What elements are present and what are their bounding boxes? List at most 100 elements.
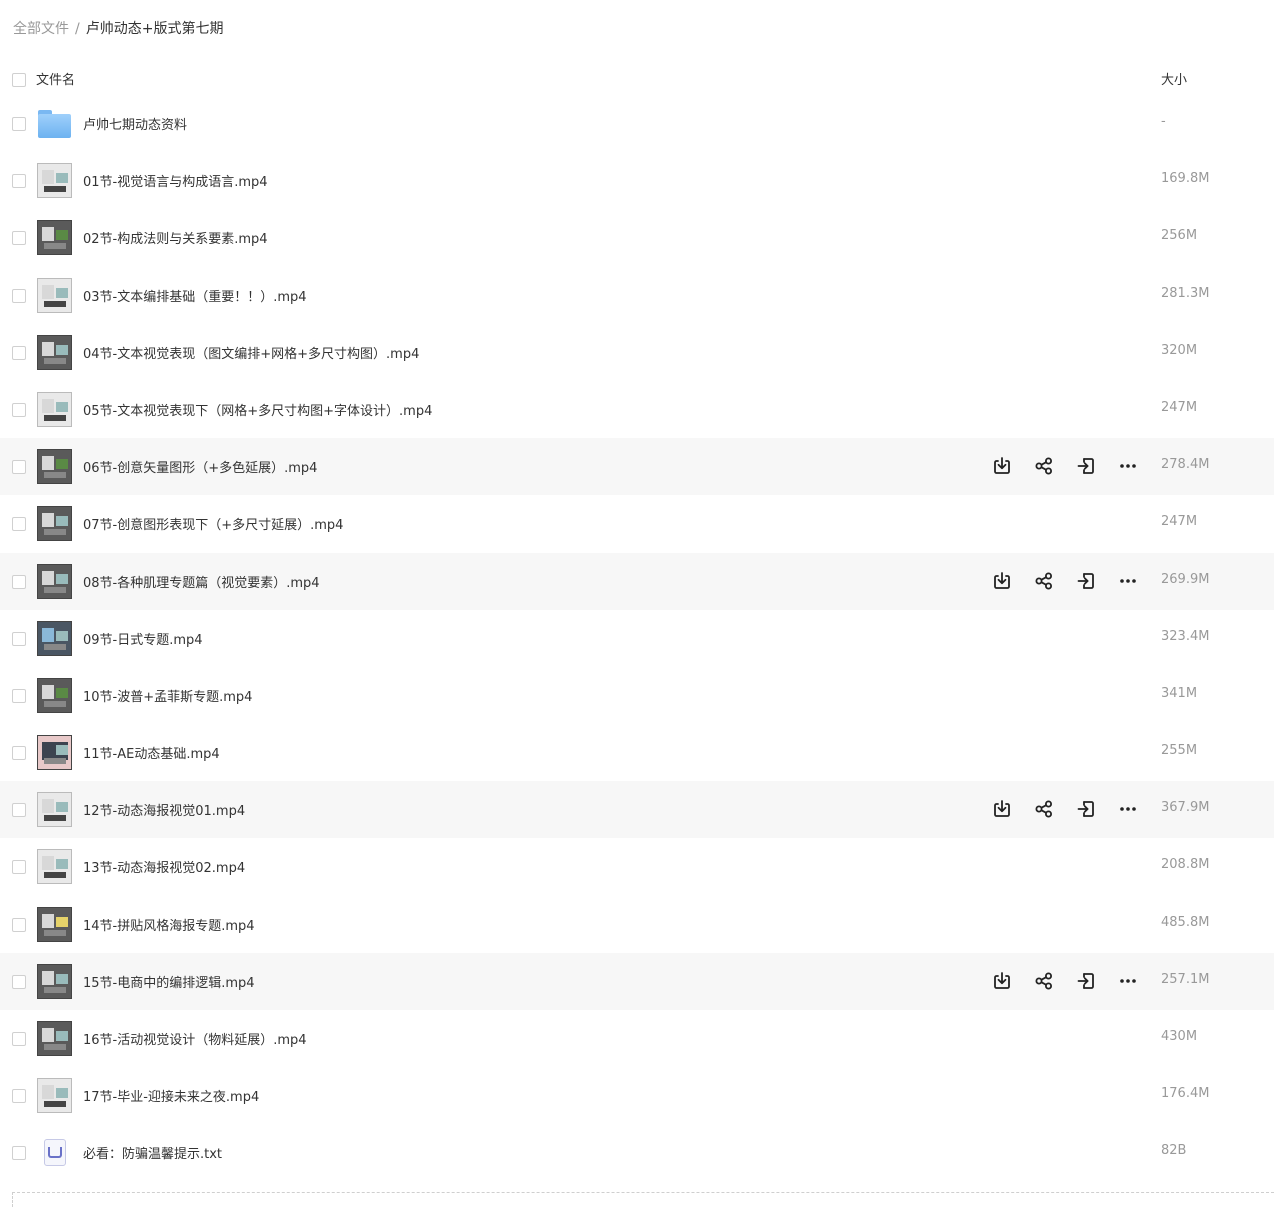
video-thumbnail [37, 792, 72, 828]
move-icon[interactable] [1074, 969, 1098, 993]
row-checkbox[interactable] [12, 1089, 26, 1104]
download-icon[interactable] [990, 569, 1014, 593]
more-icon[interactable] [1116, 969, 1140, 993]
file-name[interactable]: 必看：防骗温馨提示.txt [83, 1143, 222, 1162]
file-row[interactable]: 12节-动态海报视觉01.mp4 367.9M [0, 781, 1274, 839]
file-row[interactable]: 13节-动态海报视觉02.mp4 208.8M [0, 838, 1274, 895]
file-size: 485.8M [1161, 914, 1210, 930]
row-checkbox[interactable] [12, 917, 26, 932]
thumbnail-block [42, 227, 54, 242]
file-row[interactable]: 08节-各种肌理专题篇（视觉要素）.mp4 269.9M [0, 552, 1274, 610]
thumbnail-block [44, 300, 66, 307]
column-header-name[interactable]: 文件名 [36, 69, 75, 88]
row-checkbox[interactable] [12, 517, 26, 532]
move-icon[interactable] [1074, 797, 1098, 821]
row-checkbox[interactable] [12, 974, 26, 989]
thumbnail-block [42, 513, 54, 528]
share-icon[interactable] [1032, 569, 1056, 593]
thumbnail-block [56, 1088, 68, 1099]
file-size: 430M [1161, 1029, 1198, 1044]
thumbnail-block [56, 516, 68, 527]
thumbnail-block [44, 815, 66, 822]
file-row[interactable]: 02节-构成法则与关系要素.mp4 256M [0, 209, 1274, 266]
file-name[interactable]: 08节-各种肌理专题篇（视觉要素）.mp4 [83, 572, 320, 591]
file-name[interactable]: 04节-文本视觉表现（图文编排+网格+多尺寸构图）.mp4 [83, 343, 419, 362]
row-actions [990, 454, 1158, 478]
row-checkbox[interactable] [12, 288, 26, 303]
folder-icon [37, 106, 72, 141]
share-icon[interactable] [1032, 969, 1056, 993]
thumbnail-block [42, 913, 54, 928]
share-icon[interactable] [1032, 797, 1056, 821]
row-checkbox[interactable] [12, 860, 26, 875]
file-row[interactable]: 11节-AE动态基础.mp4 255M [0, 724, 1274, 781]
move-icon[interactable] [1074, 569, 1098, 593]
file-name[interactable]: 11节-AE动态基础.mp4 [83, 743, 220, 762]
download-icon[interactable] [990, 969, 1014, 993]
file-name[interactable]: 06节-创意矢量图形（+多色延展）.mp4 [83, 457, 317, 476]
row-checkbox[interactable] [12, 688, 26, 703]
file-row[interactable]: 03节-文本编排基础（重要！！）.mp4 281.3M [0, 267, 1274, 324]
file-row[interactable]: 14节-拼贴风格海报专题.mp4 485.8M [0, 896, 1274, 953]
row-checkbox[interactable] [12, 1032, 26, 1046]
file-size: 320M [1161, 342, 1198, 358]
download-icon[interactable] [990, 454, 1014, 478]
file-name[interactable]: 03节-文本编排基础（重要！！）.mp4 [83, 286, 307, 305]
download-icon[interactable] [990, 797, 1014, 821]
file-name[interactable]: 16节-活动视觉设计（物料延展）.mp4 [83, 1029, 307, 1048]
file-size: 341M [1161, 685, 1198, 701]
row-checkbox[interactable] [12, 746, 26, 761]
column-header-size[interactable]: 大小 [1161, 69, 1187, 88]
file-row[interactable]: 05节-文本视觉表现下（网格+多尺寸构图+字体设计）.mp4 247M [0, 381, 1274, 438]
thumbnail-block [56, 230, 68, 241]
file-name[interactable]: 15节-电商中的编排逻辑.mp4 [83, 972, 255, 991]
file-row[interactable]: 07节-创意图形表现下（+多尺寸延展）.mp4 247M [0, 495, 1274, 552]
file-name[interactable]: 12节-动态海报视觉01.mp4 [83, 800, 245, 819]
file-name[interactable]: 14节-拼贴风格海报专题.mp4 [83, 915, 255, 934]
thumbnail-block [42, 284, 54, 299]
row-checkbox[interactable] [12, 803, 26, 818]
file-row[interactable]: 15节-电商中的编排逻辑.mp4 257.1M [0, 952, 1274, 1010]
row-checkbox[interactable] [12, 574, 26, 589]
row-checkbox[interactable] [12, 402, 26, 417]
file-row[interactable]: 04节-文本视觉表现（图文编排+网格+多尺寸构图）.mp4 320M [0, 324, 1274, 381]
row-checkbox[interactable] [12, 460, 26, 475]
breadcrumb-root-link[interactable]: 全部文件 [13, 18, 69, 40]
row-checkbox[interactable] [12, 174, 26, 189]
row-checkbox[interactable] [12, 117, 26, 131]
file-name[interactable]: 07节-创意图形表现下（+多尺寸延展）.mp4 [83, 514, 343, 533]
row-checkbox[interactable] [12, 231, 26, 246]
video-thumbnail [37, 163, 72, 199]
file-name[interactable]: 09节-日式专题.mp4 [83, 629, 203, 648]
file-name[interactable]: 13节-动态海报视觉02.mp4 [83, 857, 245, 876]
row-checkbox[interactable] [12, 631, 26, 646]
file-row[interactable]: 06节-创意矢量图形（+多色延展）.mp4 278.4M [0, 438, 1274, 496]
file-row[interactable]: 必看：防骗温馨提示.txt 82B [0, 1124, 1274, 1181]
select-all-checkbox[interactable] [12, 73, 26, 87]
file-name[interactable]: 02节-构成法则与关系要素.mp4 [83, 228, 268, 247]
more-icon[interactable] [1116, 569, 1140, 593]
file-row[interactable]: 卢帅七期动态资料 - [0, 95, 1274, 152]
share-icon[interactable] [1032, 454, 1056, 478]
file-row[interactable]: 17节-毕业-迎接未来之夜.mp4 176.4M [0, 1067, 1274, 1124]
move-icon[interactable] [1074, 454, 1098, 478]
file-name[interactable]: 17节-毕业-迎接未来之夜.mp4 [83, 1086, 259, 1105]
file-size: 176.4M [1161, 1086, 1210, 1102]
video-thumbnail [37, 277, 72, 313]
more-icon[interactable] [1116, 454, 1140, 478]
file-name[interactable]: 01节-视觉语言与构成语言.mp4 [83, 171, 268, 190]
thumbnail-block [44, 643, 66, 650]
row-checkbox[interactable] [12, 345, 26, 360]
file-row[interactable]: 10节-波普+孟菲斯专题.mp4 341M [0, 667, 1274, 724]
file-name[interactable]: 卢帅七期动态资料 [83, 114, 187, 133]
thumbnail-block [44, 357, 66, 364]
file-name[interactable]: 10节-波普+孟菲斯专题.mp4 [83, 686, 252, 705]
file-row[interactable]: 01节-视觉语言与构成语言.mp4 169.8M [0, 152, 1274, 209]
file-row[interactable]: 16节-活动视觉设计（物料延展）.mp4 430M [0, 1010, 1274, 1067]
more-icon[interactable] [1116, 797, 1140, 821]
file-row[interactable]: 09节-日式专题.mp4 323.4M [0, 610, 1274, 667]
row-checkbox[interactable] [12, 1146, 26, 1161]
file-name[interactable]: 05节-文本视觉表现下（网格+多尺寸构图+字体设计）.mp4 [83, 400, 432, 419]
thumbnail-block [44, 243, 66, 250]
video-thumbnail [37, 849, 72, 885]
